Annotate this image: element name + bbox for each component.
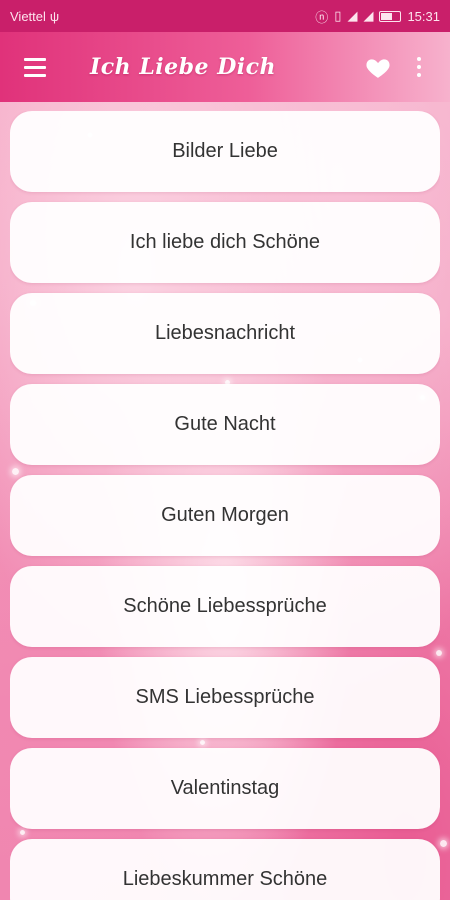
clock: 15:31 bbox=[407, 8, 440, 24]
list-item[interactable]: SMS Liebessprüche bbox=[10, 657, 440, 738]
hamburger-menu-icon[interactable] bbox=[16, 47, 56, 87]
list-item[interactable]: Liebesnachricht bbox=[10, 293, 440, 374]
wifi-signal-icon: ◢ bbox=[363, 8, 374, 23]
list-item[interactable]: Guten Morgen bbox=[10, 475, 440, 556]
app-bar: Ich Liebe Dich bbox=[0, 32, 450, 102]
category-list: Bilder Liebe Ich liebe dich Schöne Liebe… bbox=[10, 111, 440, 900]
more-vert-icon[interactable] bbox=[404, 47, 434, 87]
usb-icon: ψ bbox=[49, 8, 60, 24]
vibrate-icon: ▯ bbox=[334, 8, 342, 23]
app-title: Ich Liebe Dich bbox=[90, 54, 277, 80]
heart-icon[interactable] bbox=[358, 47, 398, 87]
carrier-name: Viettel bbox=[10, 8, 46, 24]
list-item[interactable]: Ich liebe dich Schöne bbox=[10, 202, 440, 283]
list-item[interactable]: Gute Nacht bbox=[10, 384, 440, 465]
list-item[interactable]: Bilder Liebe bbox=[10, 111, 440, 192]
list-item[interactable]: Valentinstag bbox=[10, 748, 440, 829]
nfc-icon: ⓝ bbox=[315, 9, 329, 25]
battery-icon bbox=[379, 10, 402, 22]
status-bar: Viettel ψ ⓝ ▯ ◢ ◢ 15:31 bbox=[0, 0, 450, 32]
list-item[interactable]: Liebeskummer Schöne bbox=[10, 839, 440, 900]
list-item[interactable]: Schöne Liebessprüche bbox=[10, 566, 440, 647]
4g-signal-icon: ◢ bbox=[347, 8, 358, 23]
